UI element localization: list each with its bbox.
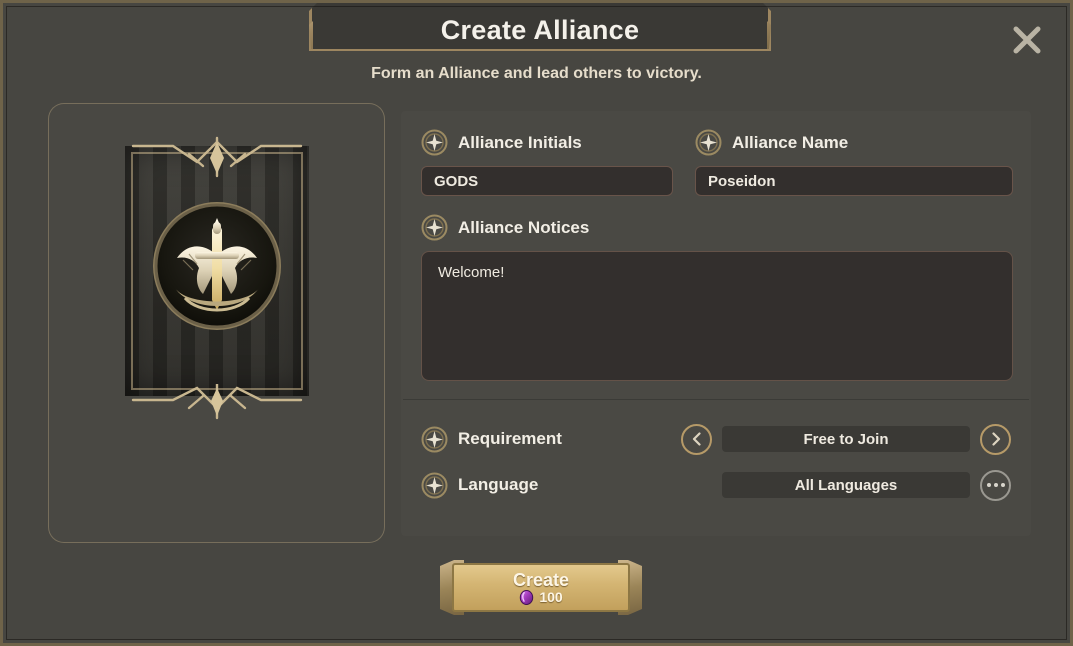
language-label: Language [458, 475, 539, 494]
alliance-initials-label-row: Alliance Initials [421, 129, 673, 156]
alliance-name-input[interactable]: Poseidon [695, 166, 1013, 196]
create-button-cost: 100 [519, 589, 563, 605]
requirement-selector: Free to Join [681, 423, 1011, 455]
alliance-name-label-row: Alliance Name [695, 129, 1013, 156]
banner-flourish-top-icon [131, 136, 302, 178]
alliance-initials-label: Alliance Initials [458, 132, 582, 152]
requirement-next-button[interactable] [980, 423, 1011, 455]
close-button[interactable] [1004, 17, 1050, 63]
language-label-row: Language [421, 472, 681, 499]
chevron-left-icon [692, 432, 701, 446]
close-icon [1013, 26, 1041, 54]
requirement-prev-button[interactable] [681, 423, 712, 455]
gem-icon [520, 589, 534, 605]
alliance-crest-winged-sword-icon [152, 202, 281, 330]
alliance-form-panel: Alliance Initials GODS Alliance Name Pos… [401, 111, 1031, 536]
chevron-right-icon [991, 432, 1000, 446]
page-subtitle: Form an Alliance and lead others to vict… [371, 65, 702, 82]
alliance-name-field-group: Alliance Name Poseidon [695, 129, 1013, 196]
alliance-notices-textarea[interactable]: Welcome! [421, 251, 1013, 381]
language-value[interactable]: All Languages [722, 472, 970, 498]
alliance-initials-field-group: Alliance Initials GODS [421, 129, 673, 196]
create-button[interactable]: Create 100 [440, 560, 642, 615]
language-selector: All Languages [681, 469, 1011, 501]
medallion-icon [421, 214, 448, 241]
alliance-notices-label-row: Alliance Notices [421, 214, 1011, 241]
language-more-button[interactable] [980, 469, 1011, 501]
alliance-name-label: Alliance Name [732, 132, 849, 152]
alliance-initials-input[interactable]: GODS [421, 166, 673, 196]
requirement-value[interactable]: Free to Join [722, 426, 970, 452]
create-button-face: Create 100 [452, 563, 630, 612]
requirement-row: Requirement Free to Join [421, 420, 1011, 458]
alliance-notices-field-group: Alliance Notices Welcome! [421, 214, 1013, 381]
medallion-icon [421, 426, 448, 452]
medallion-icon [421, 472, 448, 498]
create-button-label: Create [512, 569, 570, 590]
language-row: Language All Languages [421, 466, 1011, 504]
ellipsis-icon [986, 483, 1005, 487]
requirement-label-row: Requirement [421, 426, 681, 453]
requirement-label: Requirement [458, 429, 562, 448]
page-title: Create Alliance [440, 15, 640, 45]
create-alliance-dialog: Create Alliance Form an Alliance and lea… [0, 0, 1073, 646]
title-bar: Create Alliance [313, 0, 767, 49]
banner-flourish-bottom-icon [131, 384, 302, 420]
create-button-cost-value: 100 [539, 589, 563, 605]
medallion-icon [421, 129, 448, 156]
alliance-emblem-panel[interactable] [48, 103, 385, 543]
alliance-notices-label: Alliance Notices [458, 217, 590, 237]
medallion-icon [695, 129, 722, 156]
